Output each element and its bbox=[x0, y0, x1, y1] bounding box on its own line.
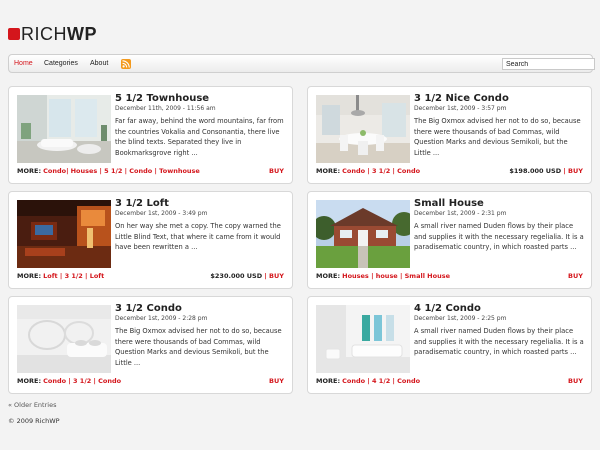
listing-thumbnail[interactable] bbox=[316, 95, 410, 163]
listing-excerpt: On her way she met a copy. The copy warn… bbox=[115, 222, 281, 251]
logo-mark bbox=[8, 28, 20, 40]
rss-icon[interactable] bbox=[121, 59, 131, 69]
more-label: MORE: bbox=[316, 272, 341, 280]
listing-date: December 1st, 2009 - 3:57 pm bbox=[414, 105, 507, 112]
listing-date: December 1st, 2009 - 2:28 pm bbox=[115, 315, 208, 322]
listing-title[interactable]: Small House bbox=[414, 197, 484, 210]
listing-date: December 11th, 2009 - 11:56 am bbox=[115, 105, 216, 112]
listing-card: 3 1/2 Condo December 1st, 2009 - 2:28 pm… bbox=[8, 296, 293, 394]
listing-excerpt: A small river named Duden flows by their… bbox=[414, 327, 584, 356]
tag-link[interactable]: Condo bbox=[43, 377, 66, 385]
tag-link[interactable]: Condo bbox=[342, 167, 365, 175]
listing-title[interactable]: 5 1/2 Townhouse bbox=[115, 92, 209, 105]
listing-title[interactable]: 4 1/2 Condo bbox=[414, 302, 481, 315]
listing-excerpt: The Big Oxmox advised her not to do so, … bbox=[115, 327, 282, 367]
listing-date: December 1st, 2009 - 3:49 pm bbox=[115, 210, 208, 217]
copyright: © 2009 RichWP bbox=[8, 417, 60, 425]
tag-link[interactable]: Loft bbox=[90, 272, 105, 280]
tag-link[interactable]: 4 1/2 bbox=[372, 377, 390, 385]
listing-thumbnail[interactable] bbox=[316, 200, 410, 268]
tag-link[interactable]: Loft bbox=[43, 272, 58, 280]
buy-link[interactable]: BUY bbox=[568, 272, 583, 280]
site-logo[interactable]: RICHWP bbox=[8, 25, 97, 43]
buy-link[interactable]: BUY bbox=[269, 272, 284, 280]
listing-card: 5 1/2 Townhouse December 11th, 2009 - 11… bbox=[8, 86, 293, 184]
listing-footer: MORE: Houses | house | Small House BUY bbox=[316, 272, 583, 280]
listing-thumbnail[interactable] bbox=[17, 305, 111, 373]
listing-title[interactable]: 3 1/2 Condo bbox=[115, 302, 182, 315]
older-entries-link[interactable]: « Older Entries bbox=[8, 401, 56, 409]
listing-footer: MORE: Loft | 3 1/2 | Loft $230.000 USD |… bbox=[17, 272, 284, 280]
listing-footer: MORE: Condo | 3 1/2 | Condo BUY bbox=[17, 377, 284, 385]
more-label: MORE: bbox=[316, 167, 341, 175]
price-label: $230.000 USD bbox=[210, 272, 263, 280]
tag-link[interactable]: 3 1/2 bbox=[73, 377, 91, 385]
listing-date: December 1st, 2009 - 2:31 pm bbox=[414, 210, 507, 217]
more-label: MORE: bbox=[17, 272, 42, 280]
listing-excerpt: A small river named Duden flows by their… bbox=[414, 222, 584, 251]
buy-link[interactable]: BUY bbox=[568, 167, 583, 175]
nav-item-home[interactable]: Home bbox=[14, 59, 33, 69]
listing-thumbnail[interactable] bbox=[17, 95, 111, 163]
more-label: MORE: bbox=[316, 377, 341, 385]
tag-link[interactable]: Condo bbox=[43, 167, 66, 175]
listing-card: Small House December 1st, 2009 - 2:31 pm… bbox=[307, 191, 592, 289]
listing-footer: MORE: Condo | 4 1/2 | Condo BUY bbox=[316, 377, 583, 385]
tag-link[interactable]: Condo bbox=[342, 377, 365, 385]
listing-excerpt: Far far away, behind the word mountains,… bbox=[115, 117, 284, 157]
tag-link[interactable]: 5 1/2 bbox=[104, 167, 122, 175]
tag-link[interactable]: Houses bbox=[71, 167, 98, 175]
more-label: MORE: bbox=[17, 167, 42, 175]
tag-link[interactable]: Small House bbox=[405, 272, 450, 280]
buy-link[interactable]: BUY bbox=[269, 167, 284, 175]
tag-link[interactable]: 3 1/2 bbox=[65, 272, 83, 280]
listing-title[interactable]: 3 1/2 Nice Condo bbox=[414, 92, 509, 105]
listing-excerpt: The Big Oxmox advised her not to do so, … bbox=[414, 117, 581, 157]
tag-link[interactable]: Condo bbox=[129, 167, 152, 175]
listing-date: December 1st, 2009 - 2:25 pm bbox=[414, 315, 507, 322]
tag-link[interactable]: Condo bbox=[98, 377, 121, 385]
buy-link[interactable]: BUY bbox=[269, 377, 284, 385]
listing-thumbnail[interactable] bbox=[17, 200, 111, 268]
tag-link[interactable]: house bbox=[376, 272, 398, 280]
tag-link[interactable]: Condo bbox=[397, 167, 420, 175]
tag-link[interactable]: Houses bbox=[342, 272, 369, 280]
more-label: MORE: bbox=[17, 377, 42, 385]
listing-card: 3 1/2 Nice Condo December 1st, 2009 - 3:… bbox=[307, 86, 592, 184]
listing-footer: MORE: Condo| Houses | 5 1/2 | Condo | To… bbox=[17, 167, 284, 175]
listing-thumbnail[interactable] bbox=[316, 305, 410, 373]
nav-item-categories[interactable]: Categories bbox=[44, 59, 78, 69]
listing-title[interactable]: 3 1/2 Loft bbox=[115, 197, 169, 210]
listing-card: 3 1/2 Loft December 1st, 2009 - 3:49 pm … bbox=[8, 191, 293, 289]
tag-link[interactable]: Townhouse bbox=[159, 167, 200, 175]
tag-link[interactable]: Condo bbox=[397, 377, 420, 385]
main-navigation: Home Categories About bbox=[8, 54, 595, 73]
tag-link[interactable]: 3 1/2 bbox=[372, 167, 390, 175]
logo-text: RICHWP bbox=[21, 24, 97, 44]
buy-link[interactable]: BUY bbox=[568, 377, 583, 385]
nav-item-about[interactable]: About bbox=[90, 59, 108, 69]
search-input[interactable] bbox=[502, 58, 595, 70]
listing-footer: MORE: Condo | 3 1/2 | Condo $198.000 USD… bbox=[316, 167, 583, 175]
listing-card: 4 1/2 Condo December 1st, 2009 - 2:25 pm… bbox=[307, 296, 592, 394]
price-label: $198.000 USD bbox=[509, 167, 562, 175]
